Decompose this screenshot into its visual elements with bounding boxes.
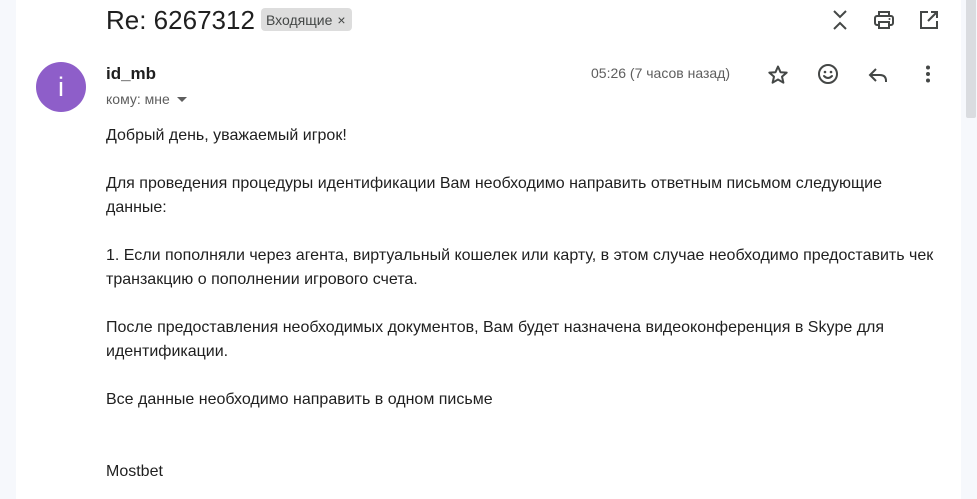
reply-button[interactable]: [866, 63, 890, 87]
email-subject: Re: 6267312: [106, 5, 255, 35]
recipient-text: кому: мне: [106, 91, 170, 107]
scrollbar-thumb[interactable]: [966, 0, 976, 118]
emoji-reaction-icon: [818, 64, 838, 84]
sender-name[interactable]: id_mb: [106, 64, 156, 84]
show-details-dropdown-icon[interactable]: [176, 96, 187, 102]
reply-icon: [868, 68, 887, 82]
email-body: Добрый день, уважаемый игрок! Для провед…: [106, 124, 936, 484]
more-options-button[interactable]: [916, 62, 940, 86]
recipient-line: кому: мне: [106, 91, 187, 107]
open-in-new-window-icon: [920, 11, 938, 29]
body-paragraph-1: Для проведения процедуры идентификации В…: [106, 175, 883, 216]
body-paragraph-2: После предоставления необходимых докумен…: [106, 319, 885, 360]
remove-label-button[interactable]: ×: [337, 12, 345, 28]
add-reaction-button[interactable]: [816, 62, 840, 86]
label-chip-text: Входящие: [266, 11, 333, 28]
print-button[interactable]: [872, 8, 896, 32]
body-list-item-1: 1. Если пополняли через агента, виртуаль…: [106, 247, 934, 288]
body-greeting: Добрый день, уважаемый игрок!: [106, 127, 347, 144]
more-vert-icon: [926, 65, 930, 83]
sender-avatar[interactable]: i: [36, 62, 86, 112]
print-icon: [874, 11, 894, 29]
open-in-new-window-button[interactable]: [917, 8, 941, 32]
body-paragraph-3: Все данные необходимо направить в одном …: [106, 391, 493, 408]
email-signature: Mostbet: [106, 463, 163, 480]
collapse-all-icon: [833, 10, 847, 30]
star-icon: [768, 65, 788, 84]
star-button[interactable]: [766, 63, 790, 87]
collapse-all-button[interactable]: [828, 8, 852, 32]
label-chip-inbox[interactable]: Входящие ×: [261, 8, 352, 31]
email-timestamp: 05:26 (7 часов назад): [591, 65, 731, 81]
